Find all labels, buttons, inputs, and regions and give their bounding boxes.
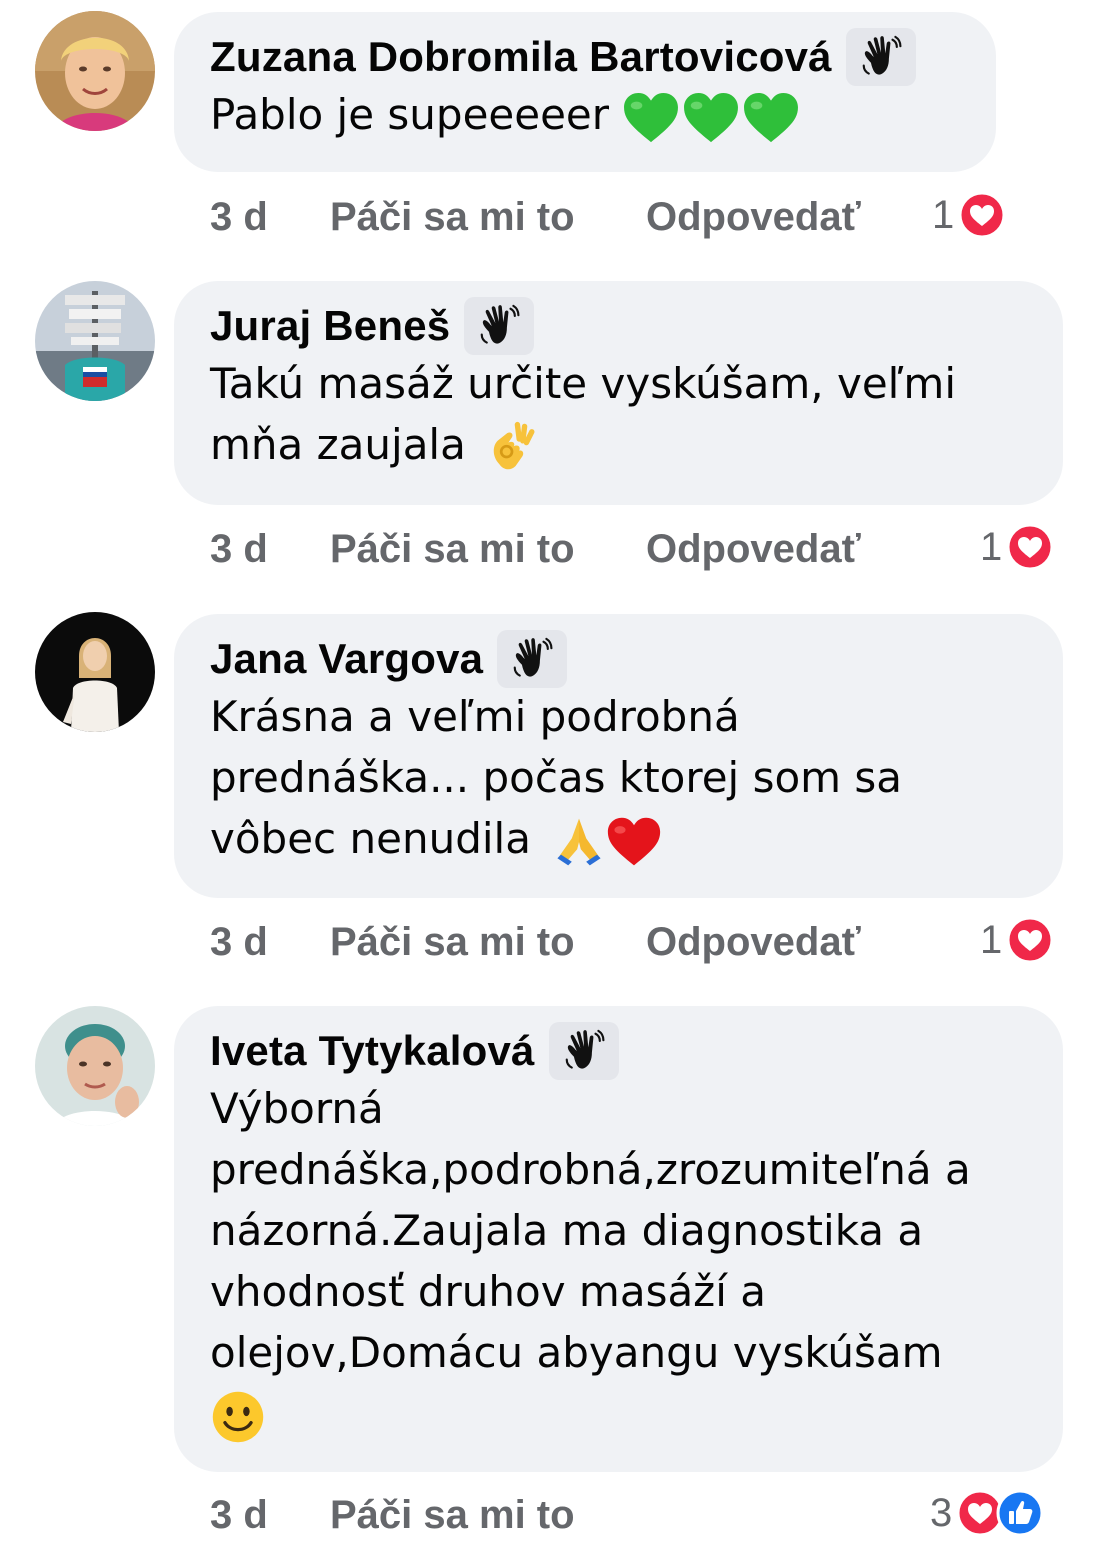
reaction-count: 1 [980,524,1003,569]
green-heart-icon [682,92,740,144]
comment-bubble: Juraj Beneš Takú masáž určite vyskúšam, … [174,281,1063,505]
timestamp[interactable]: 3 d [210,1493,330,1538]
like-button[interactable]: Páči sa mi to [330,1493,646,1538]
comment-text-line: olejov,Domácu abyangu vyskúšam [210,1328,943,1377]
reaction-summary[interactable]: 1 [980,522,1054,572]
avatar[interactable] [35,1006,155,1126]
red-heart-icon [606,816,662,868]
comment-actions: 3 d Páči sa mi to Odpovedať [210,524,861,574]
comment-text-line: Takú masáž určite vyskúšam, veľmi [210,359,956,408]
waving-hand-icon[interactable] [845,28,916,86]
comment-text-line: Krásna a veľmi podrobná [210,692,740,741]
smiling-face-icon [210,1389,266,1445]
comment-bubble: Iveta Tytykalová Výborná prednáška,podro… [174,1006,1063,1472]
comment-text: Výborná prednáška,podrobná,zrozumiteľná … [210,1078,1027,1445]
reaction-count: 1 [980,917,1003,962]
timestamp[interactable]: 3 d [210,195,330,240]
comment-text: Pablo je supeeeeer [210,84,960,145]
reaction-count: 1 [932,192,955,237]
love-reaction-icon [958,191,1006,239]
timestamp[interactable]: 3 d [210,527,330,572]
reply-button[interactable]: Odpovedať [646,195,861,240]
ok-hand-icon [485,421,539,475]
reaction-summary[interactable]: 3 [930,1488,1044,1538]
reply-button[interactable]: Odpovedať [646,527,861,572]
reaction-summary[interactable]: 1 [980,915,1054,965]
green-heart-icon [742,92,800,144]
comment-text-line: Výborná [210,1084,384,1133]
author-name[interactable]: Juraj Beneš [210,302,450,350]
folded-hands-icon [552,815,606,869]
love-reaction-icon [1006,916,1054,964]
like-button[interactable]: Páči sa mi to [330,527,646,572]
reply-button[interactable]: Odpovedať [646,920,861,965]
avatar[interactable] [35,281,155,401]
comment-bubble: Jana Vargova Krásna a veľmi podrobná pre… [174,614,1063,898]
timestamp[interactable]: 3 d [210,920,330,965]
reaction-summary[interactable]: 1 [932,190,1006,240]
comment-text-line: vhodnosť druhov masáží a [210,1267,766,1316]
comment-text: Krásna a veľmi podrobná prednáška... poč… [210,686,1027,869]
comment-text-line: mňa zaujala [210,420,466,469]
love-reaction-icon [1006,523,1054,571]
comment-text: Takú masáž určite vyskúšam, veľmi mňa za… [210,353,1027,475]
waving-hand-icon[interactable] [497,630,568,688]
comment-text-line: prednáška,podrobná,zrozumiteľná a [210,1145,971,1194]
waving-hand-icon[interactable] [548,1022,619,1080]
comment-actions: 3 d Páči sa mi to Odpovedať [210,917,861,967]
comment-text-line: Pablo je supeeeeer [210,90,610,139]
avatar[interactable] [35,612,155,732]
comment-text-line: prednáška... počas ktorej som sa [210,753,903,802]
avatar[interactable] [35,11,155,131]
author-name[interactable]: Zuzana Dobromila Bartovicová [210,33,832,81]
author-name[interactable]: Jana Vargova [210,635,483,683]
reaction-count: 3 [930,1490,953,1535]
like-button[interactable]: Páči sa mi to [330,920,646,965]
like-button[interactable]: Páči sa mi to [330,195,646,240]
green-heart-icon [622,92,680,144]
author-name[interactable]: Iveta Tytykalová [210,1027,535,1075]
comment-bubble: Zuzana Dobromila Bartovicová Pablo je su… [174,12,996,172]
comment-actions: 3 d Páči sa mi to Odpovedať [210,192,861,242]
comment-text-line: názorná.Zaujala ma diagnostika a [210,1206,924,1255]
like-reaction-icon [996,1489,1044,1537]
waving-hand-icon[interactable] [464,297,535,355]
comment-actions: 3 d Páči sa mi to [210,1490,646,1540]
comment-text-line: vôbec nenudila [210,814,531,863]
